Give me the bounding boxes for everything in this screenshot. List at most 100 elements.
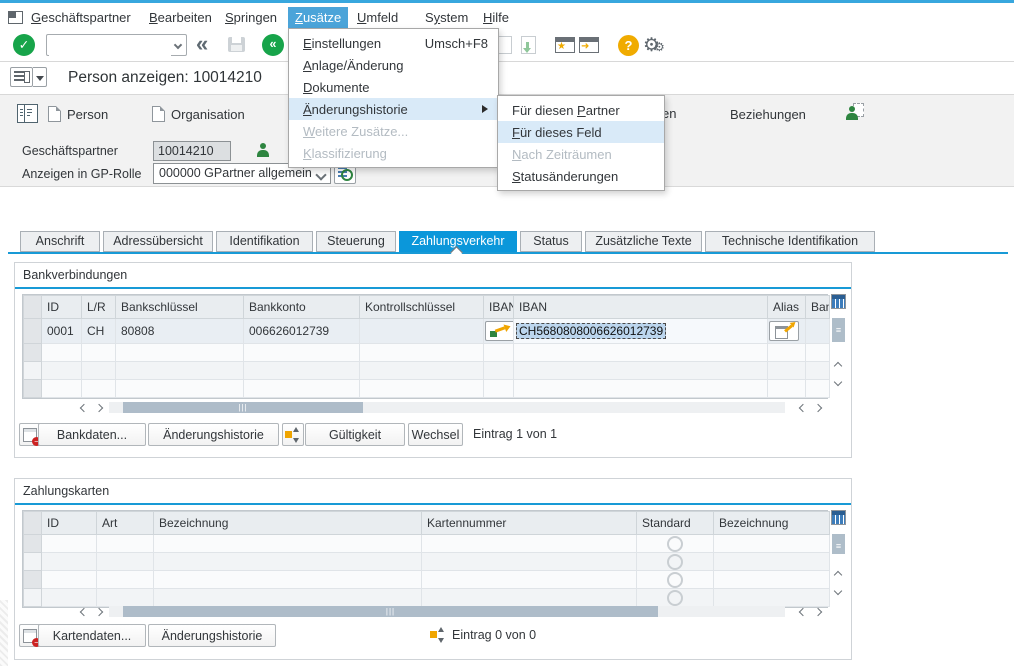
cell-lr[interactable]: CH: [82, 319, 116, 344]
row-select-cell[interactable]: [24, 571, 42, 589]
cell-bankschluessel[interactable]: 80808: [116, 319, 244, 344]
organisation-button[interactable]: Organisation: [152, 102, 245, 126]
submenu-item-fuer-diesen-partner[interactable]: Für diesen Partner: [498, 99, 664, 121]
standard-radio[interactable]: [667, 590, 683, 606]
command-field[interactable]: [46, 34, 187, 56]
col-iban-icon[interactable]: IBAN: [484, 296, 514, 319]
cell-id[interactable]: 0001: [42, 319, 82, 344]
horizontal-scrollbar-thumb[interactable]: |||: [123, 402, 363, 413]
col-bankkonto[interactable]: Bankkonto: [244, 296, 360, 319]
gueltigkeit-button[interactable]: Gültigkeit: [305, 423, 405, 446]
favorites-window-icon[interactable]: ★: [555, 37, 575, 53]
standard-radio[interactable]: [667, 536, 683, 552]
locator-icon[interactable]: [17, 104, 38, 123]
vertical-scrollbar-thumb[interactable]: ≡: [832, 318, 845, 342]
col-bank[interactable]: Bank: [806, 296, 830, 319]
chevron-down-icon[interactable]: [174, 41, 182, 49]
tab-anschrift[interactable]: Anschrift: [20, 231, 100, 252]
col-bankschluessel[interactable]: Bankschlüssel: [116, 296, 244, 319]
col-kontrollschluessel[interactable]: Kontrollschlüssel: [360, 296, 484, 319]
col-standard[interactable]: Standard: [637, 512, 714, 535]
tab-zusaetzliche-texte[interactable]: Zusätzliche Texte: [585, 231, 702, 252]
partner-field[interactable]: 10014210: [153, 141, 231, 161]
command-input[interactable]: [49, 36, 171, 56]
iban-selected-value[interactable]: CH5680808006626012739: [516, 323, 666, 339]
horizontal-scrollbar[interactable]: |||: [109, 402, 785, 413]
relationships-icon[interactable]: [845, 103, 865, 121]
table-settings-icon[interactable]: [831, 510, 846, 525]
scroll-down-icon[interactable]: [831, 375, 845, 389]
table-settings-icon[interactable]: [831, 294, 846, 309]
col-art[interactable]: Art: [97, 512, 154, 535]
submenu-item-statusaenderungen[interactable]: Statusänderungen: [498, 165, 664, 187]
title-dropdown-icon[interactable]: [33, 67, 47, 87]
beziehungen-button[interactable]: Beziehungen: [730, 102, 806, 126]
organize-button[interactable]: [282, 423, 304, 446]
scroll-right-icon[interactable]: [811, 605, 825, 619]
menu-item-aenderungshistorie[interactable]: Änderungshistorie: [289, 98, 498, 120]
scroll-left-icon[interactable]: [77, 401, 91, 415]
menu-hilfe[interactable]: Hilfe: [476, 7, 516, 29]
tab-steuerung[interactable]: Steuerung: [316, 231, 396, 252]
wechsel-button[interactable]: Wechsel: [408, 423, 463, 446]
aenderungshistorie-button[interactable]: Änderungshistorie: [148, 423, 279, 446]
row-select-cell[interactable]: [24, 344, 42, 362]
kartendaten-button[interactable]: Kartendaten...: [38, 624, 146, 647]
cell-iban[interactable]: CH5680808006626012739: [514, 319, 768, 344]
tab-technische-identifikation[interactable]: Technische Identifikation: [705, 231, 875, 252]
scroll-up-icon[interactable]: [831, 359, 845, 373]
col-bezeichnung-2[interactable]: Bezeichnung: [714, 512, 830, 535]
scroll-down-icon[interactable]: [831, 584, 845, 598]
menu-item-einstellungen[interactable]: Einstellungen Umsch+F8: [289, 32, 498, 54]
bankdaten-button[interactable]: Bankdaten...: [38, 423, 146, 446]
row-select-cell[interactable]: [24, 362, 42, 380]
select-all-cell[interactable]: [24, 512, 42, 535]
customize-gears-icon[interactable]: ⚙⚙: [643, 36, 665, 57]
row-select-cell[interactable]: [24, 553, 42, 571]
standard-radio[interactable]: [667, 572, 683, 588]
select-all-cell[interactable]: [24, 296, 42, 319]
scroll-up-icon[interactable]: [831, 568, 845, 582]
menu-springen[interactable]: Springen: [218, 7, 284, 29]
system-menu-icon[interactable]: [8, 11, 23, 24]
vertical-scrollbar-thumb[interactable]: ≡: [832, 534, 845, 554]
col-bezeichnung[interactable]: Bezeichnung: [154, 512, 422, 535]
menu-zusaetze[interactable]: Zusätze: [288, 7, 348, 29]
horizontal-scrollbar-thumb[interactable]: |||: [123, 606, 658, 617]
aenderungshistorie-button[interactable]: Änderungshistorie: [148, 624, 276, 647]
menu-geschaeftspartner[interactable]: Geschäftspartner: [24, 7, 138, 29]
scroll-right-icon[interactable]: [92, 605, 106, 619]
cell-bank[interactable]: [806, 319, 830, 344]
shortcut-window-icon[interactable]: ➜: [579, 37, 599, 53]
col-kartennummer[interactable]: Kartennummer: [422, 512, 637, 535]
col-id[interactable]: ID: [42, 512, 97, 535]
col-lr[interactable]: L/R: [82, 296, 116, 319]
tab-identifikation[interactable]: Identifikation: [216, 231, 313, 252]
cell-bankkonto[interactable]: 006626012739: [244, 319, 360, 344]
help-icon[interactable]: ?: [618, 35, 639, 56]
menu-item-anlage-aenderung[interactable]: Anlage/Änderung: [289, 54, 498, 76]
scroll-left-icon[interactable]: [796, 605, 810, 619]
menu-item-dokumente[interactable]: Dokumente: [289, 76, 498, 98]
row-select-cell[interactable]: [24, 380, 42, 398]
submenu-item-fuer-dieses-feld[interactable]: Für dieses Feld: [498, 121, 664, 143]
col-id[interactable]: ID: [42, 296, 82, 319]
tab-adressuebersicht[interactable]: Adressübersicht: [103, 231, 213, 252]
organize-icon[interactable]: [430, 627, 446, 646]
row-select-cell[interactable]: [24, 535, 42, 553]
scroll-left-icon[interactable]: [796, 401, 810, 415]
print-icon[interactable]: [497, 36, 512, 54]
row-select-cell[interactable]: [24, 589, 42, 607]
back-circle-icon[interactable]: «: [262, 34, 284, 56]
download-icon[interactable]: [521, 36, 536, 54]
iban-expand-icon[interactable]: [485, 321, 514, 341]
tab-status[interactable]: Status: [520, 231, 582, 252]
scroll-left-icon[interactable]: [77, 605, 91, 619]
row-select-cell[interactable]: [24, 319, 42, 344]
col-alias[interactable]: Alias: [768, 296, 806, 319]
horizontal-scrollbar[interactable]: |||: [109, 606, 785, 617]
back-icon[interactable]: «: [196, 31, 208, 57]
col-iban[interactable]: IBAN: [514, 296, 768, 319]
enter-icon[interactable]: ✓: [13, 34, 35, 56]
menu-system[interactable]: System: [418, 7, 475, 29]
